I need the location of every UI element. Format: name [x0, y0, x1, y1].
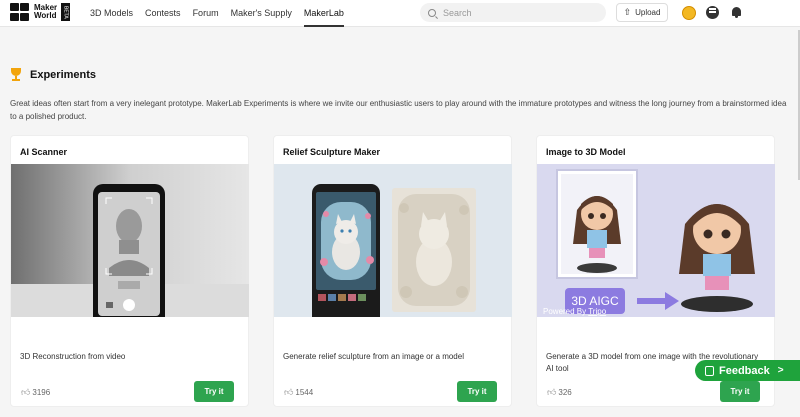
card-title: Relief Sculpture Maker [283, 147, 381, 157]
trophy-icon [10, 68, 22, 82]
feedback-button[interactable]: Feedback > [695, 360, 800, 381]
aigc-badge: 3D AIGC [571, 294, 619, 308]
section-description: Great ideas often start from a very inel… [10, 99, 787, 121]
relief-sculpture-image[interactable] [274, 164, 512, 317]
feedback-icon [705, 365, 714, 376]
card-title: AI Scanner [20, 147, 68, 157]
logo-line-2: World [34, 11, 57, 20]
nav-link-forum[interactable]: Forum [193, 0, 219, 27]
bell-icon[interactable] [731, 6, 742, 19]
experiment-card-ai-scanner[interactable]: AI Scanner 3D Reconstruction from video … [10, 135, 249, 407]
logo[interactable]: Maker World BETA [10, 3, 71, 21]
upload-icon: ⇧ [623, 7, 632, 17]
try-it-button[interactable]: Try it [720, 381, 760, 402]
thumbs-up-icon: 👍︎ [547, 387, 557, 397]
try-it-button[interactable]: Try it [194, 381, 234, 402]
likes-count[interactable]: 👍︎ 1544 [284, 387, 313, 398]
section-header: Experiments [10, 68, 96, 82]
likes-value: 1544 [295, 388, 314, 397]
top-nav: Maker World BETA 3D Models Contests Foru… [0, 0, 800, 27]
likes-value: 326 [558, 388, 572, 397]
search-input[interactable] [443, 7, 593, 18]
section-title: Experiments [30, 69, 97, 81]
powered-by-caption: Powered By Tripo [543, 307, 607, 316]
upload-label: Upload [635, 8, 661, 17]
likes-value: 3196 [32, 388, 51, 397]
image-to-3d-image[interactable]: 3D AIGC Powered By Tripo [537, 164, 775, 317]
beta-badge: BETA [61, 3, 71, 21]
chat-icon[interactable] [706, 6, 719, 19]
likes-count[interactable]: 👍︎ 3196 [21, 387, 50, 398]
logo-icon [10, 3, 30, 21]
nav-link-contests[interactable]: Contests [145, 0, 181, 27]
card-description: Generate relief sculpture from an image … [283, 352, 464, 361]
card-description: 3D Reconstruction from video [20, 352, 126, 361]
ai-scanner-image[interactable] [11, 164, 249, 317]
upload-button[interactable]: ⇧ Upload [616, 3, 668, 22]
search-icon [428, 8, 436, 17]
nav-link-makerlab[interactable]: MakerLab [303, 0, 344, 27]
chevron-right-icon: > [777, 365, 784, 376]
thumbs-up-icon: 👍︎ [21, 387, 31, 397]
likes-count[interactable]: 👍︎ 326 [547, 387, 572, 398]
card-title: Image to 3D Model [546, 147, 626, 157]
nav-link-makers-supply[interactable]: Maker's Supply [231, 0, 292, 27]
logo-text: Maker World [34, 4, 57, 20]
thumbs-up-icon: 👍︎ [284, 387, 294, 397]
experiment-card-relief-sculpture[interactable]: Relief Sculpture Maker Generate relief s… [273, 135, 512, 407]
nav-links: 3D Models Contests Forum Maker's Supply … [90, 0, 356, 27]
feedback-label: Feedback [719, 364, 770, 377]
try-it-button[interactable]: Try it [457, 381, 497, 402]
coin-icon[interactable] [682, 6, 696, 20]
nav-link-3d-models[interactable]: 3D Models [90, 0, 133, 27]
search-bar[interactable] [420, 3, 606, 22]
